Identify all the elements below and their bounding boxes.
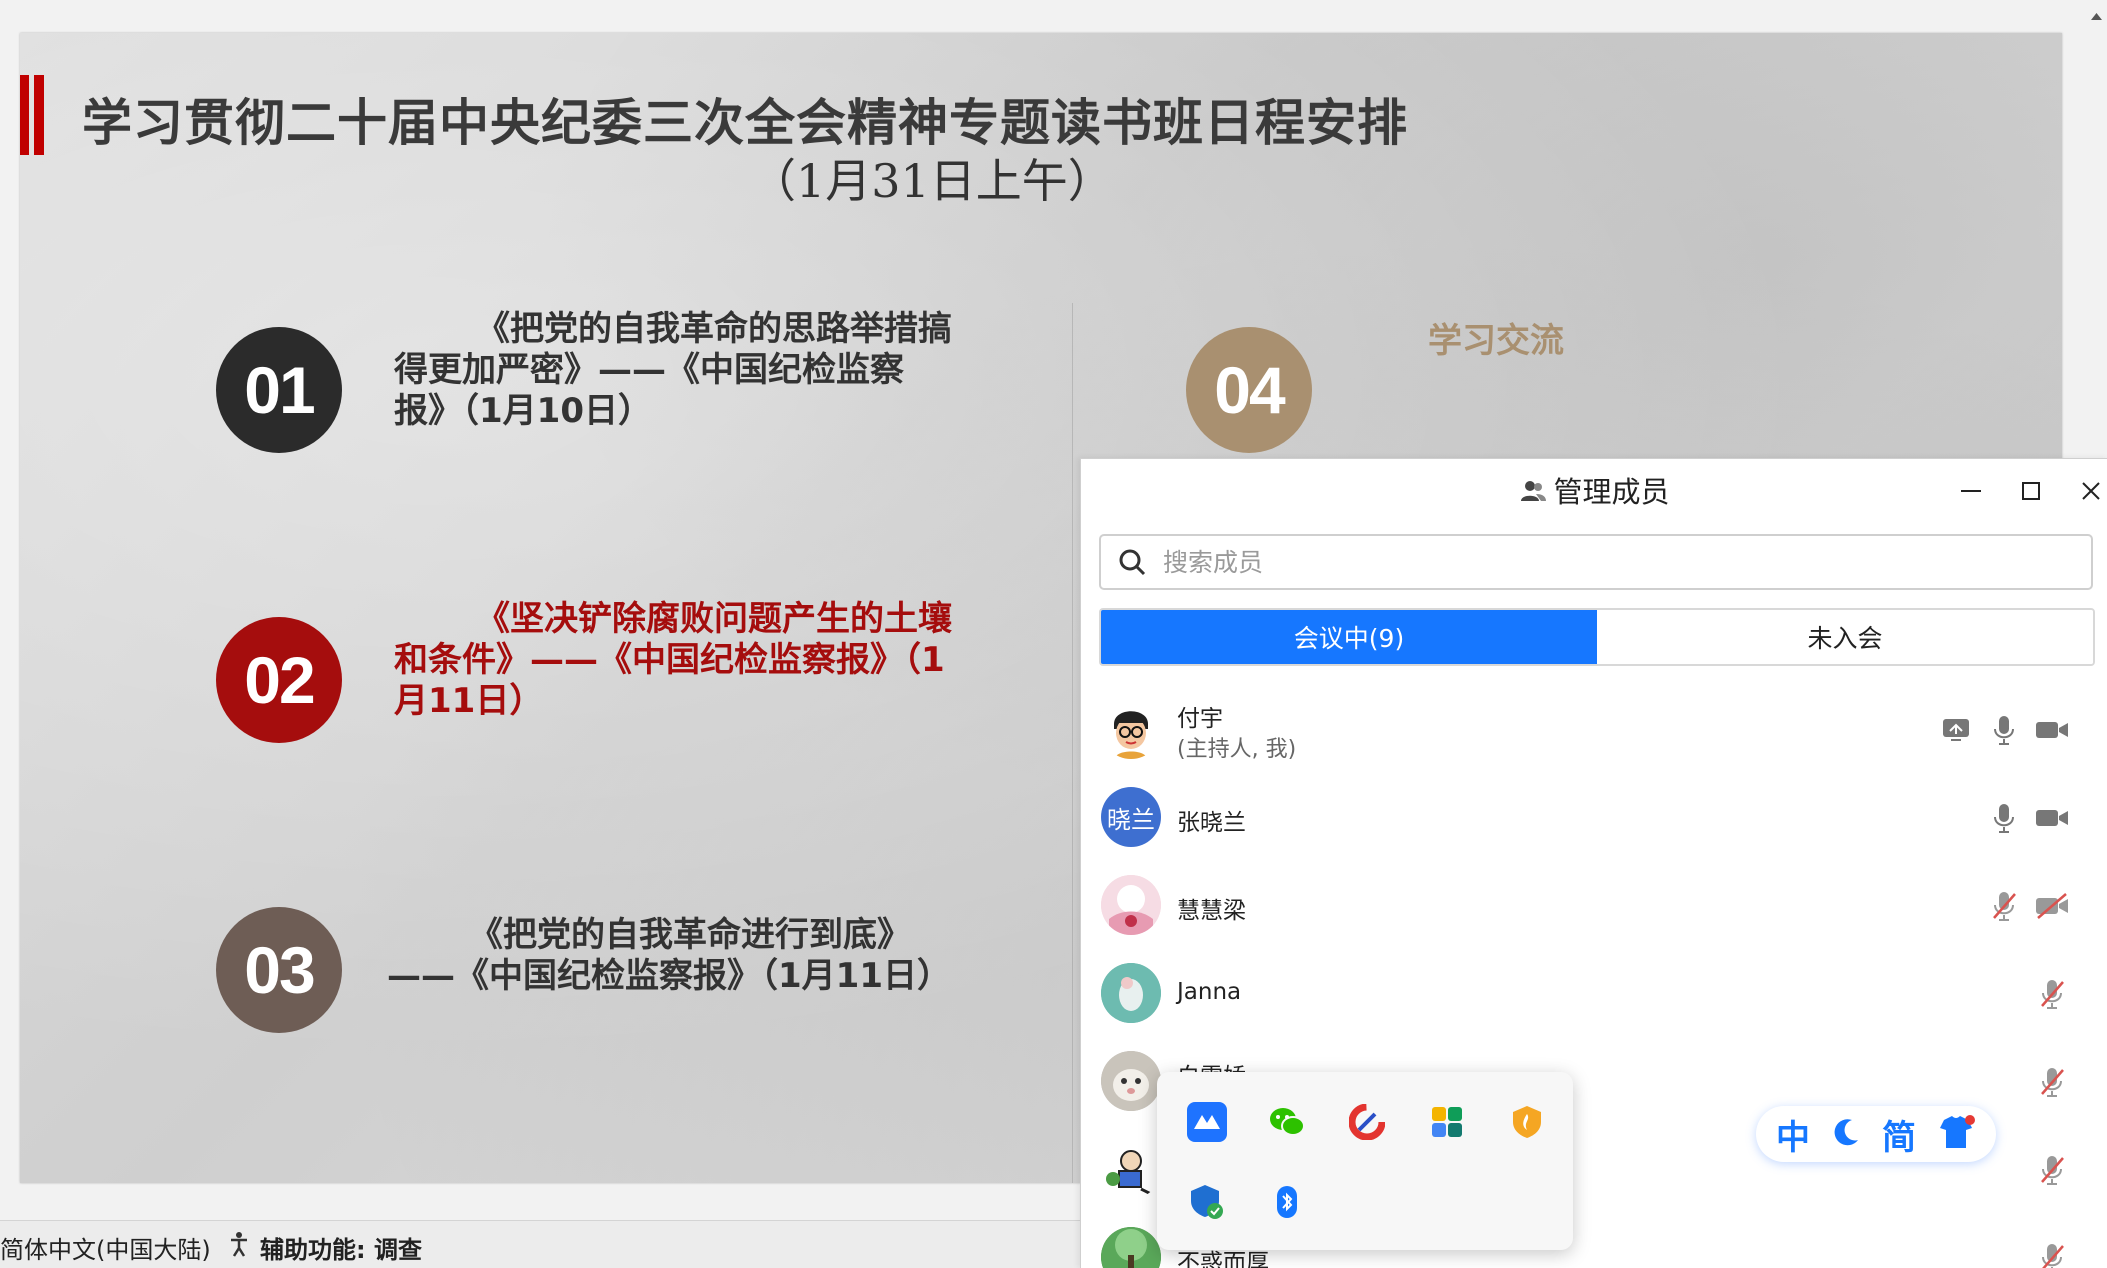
colorful-app-icon[interactable] (1427, 1102, 1467, 1142)
accessibility-status[interactable]: 辅助功能: 调查 (260, 1230, 422, 1265)
panel-title-text: 管理成员 (1553, 475, 1670, 509)
accessibility-icon (225, 1229, 255, 1265)
item-number-04: 04 (1186, 327, 1312, 453)
shield-flame-icon[interactable] (1507, 1102, 1547, 1142)
avatar (1101, 875, 1161, 935)
slide-title: 学习贯彻二十届中央纪委三次全会精神专题读书班日程安排 (82, 94, 1408, 152)
feishu-icon[interactable] (1187, 1102, 1227, 1142)
people-icon (1519, 477, 1547, 512)
search-input[interactable] (1161, 544, 2065, 580)
member-row[interactable]: 慧慧梁 (1081, 863, 2107, 949)
member-row[interactable]: 晓兰 张晓兰 (1081, 775, 2107, 861)
mic-muted-icon[interactable] (2035, 1153, 2069, 1187)
mic-muted-icon[interactable] (2035, 977, 2069, 1011)
close-icon (2082, 482, 2100, 500)
avatar (1101, 699, 1161, 759)
title-accent-bar (20, 75, 29, 155)
avatar (1101, 1139, 1161, 1199)
ime-mode-indicator[interactable]: 中 (1776, 1110, 1810, 1159)
avatar: 晓兰 (1101, 787, 1161, 847)
camera-icon[interactable] (2035, 713, 2069, 747)
search-icon (1119, 549, 1146, 576)
item-number-03: 03 (216, 907, 342, 1033)
maximize-button[interactable] (2009, 471, 2053, 511)
security-shield-icon[interactable] (1187, 1182, 1227, 1222)
camera-off-icon[interactable] (2035, 889, 2069, 923)
maximize-icon (2022, 482, 2040, 500)
mic-muted-icon[interactable] (2035, 1065, 2069, 1099)
item-number-01: 01 (216, 327, 342, 453)
item-text-04: 学习交流 (1428, 321, 1564, 361)
item-text-02: 《坚决铲除腐败问题产生的土壤和条件》——《中国纪检监察报》（1月11日） (394, 599, 952, 721)
share-screen-icon[interactable] (1939, 713, 1973, 747)
avatar (1101, 1051, 1161, 1111)
member-row[interactable]: Janna (1081, 951, 2107, 1037)
chevron-up-icon (2091, 13, 2102, 20)
member-role: (主持人, 我) (1177, 737, 1297, 762)
tab-not-joined[interactable]: 未入会 (1597, 610, 2093, 664)
tab-in-meeting[interactable]: 会议中(9) (1101, 610, 1597, 664)
search-box[interactable] (1099, 534, 2093, 590)
moon-icon[interactable] (1830, 1116, 1862, 1152)
camera-icon[interactable] (2035, 801, 2069, 835)
minimize-icon (1961, 490, 1981, 492)
bluetooth-icon[interactable] (1267, 1182, 1307, 1222)
wechat-icon[interactable] (1267, 1102, 1307, 1142)
skin-shirt-icon[interactable] (1936, 1114, 1976, 1154)
avatar (1101, 1227, 1161, 1268)
slide-subtitle: （1月31日上午） (750, 154, 1114, 208)
mic-icon[interactable] (1987, 801, 2021, 835)
status-bar: 简体中文(中国大陆) 辅助功能: 调查 (0, 1220, 1090, 1268)
mic-muted-icon[interactable] (1987, 889, 2021, 923)
member-name: 张晓兰 (1177, 810, 1246, 836)
minimize-button[interactable] (1949, 471, 1993, 511)
slide-divider (1072, 303, 1073, 1183)
system-tray-popup (1157, 1072, 1573, 1250)
member-row[interactable]: 付宇 (主持人, 我) (1081, 687, 2107, 773)
member-tabs: 会议中(9) 未入会 (1099, 608, 2095, 666)
item-text-01: 《把党的自我革命的思路举措搞得更加严密》——《中国纪检监察报》（1月10日） (394, 309, 952, 431)
item-text-03: 《把党的自我革命进行到底》——《中国纪检监察报》（1月11日） (387, 915, 951, 996)
scroll-up-arrow[interactable] (2086, 0, 2107, 30)
language-indicator[interactable]: 简体中文(中国大陆) (0, 1230, 211, 1265)
mic-muted-icon[interactable] (2035, 1241, 2069, 1268)
item-number-02: 02 (216, 617, 342, 743)
member-name: 慧慧梁 (1177, 898, 1246, 924)
mic-icon[interactable] (1987, 713, 2021, 747)
ime-script-indicator[interactable]: 简 (1882, 1110, 1916, 1159)
title-accent-bar-2 (34, 75, 44, 155)
avatar (1101, 963, 1161, 1023)
member-name: 付宇 (1177, 706, 1223, 732)
member-name: Janna (1177, 979, 1242, 1005)
close-button[interactable] (2069, 471, 2107, 511)
ime-toolbar[interactable]: 中 简 (1756, 1106, 1996, 1162)
ccleaner-icon[interactable] (1347, 1102, 1387, 1142)
